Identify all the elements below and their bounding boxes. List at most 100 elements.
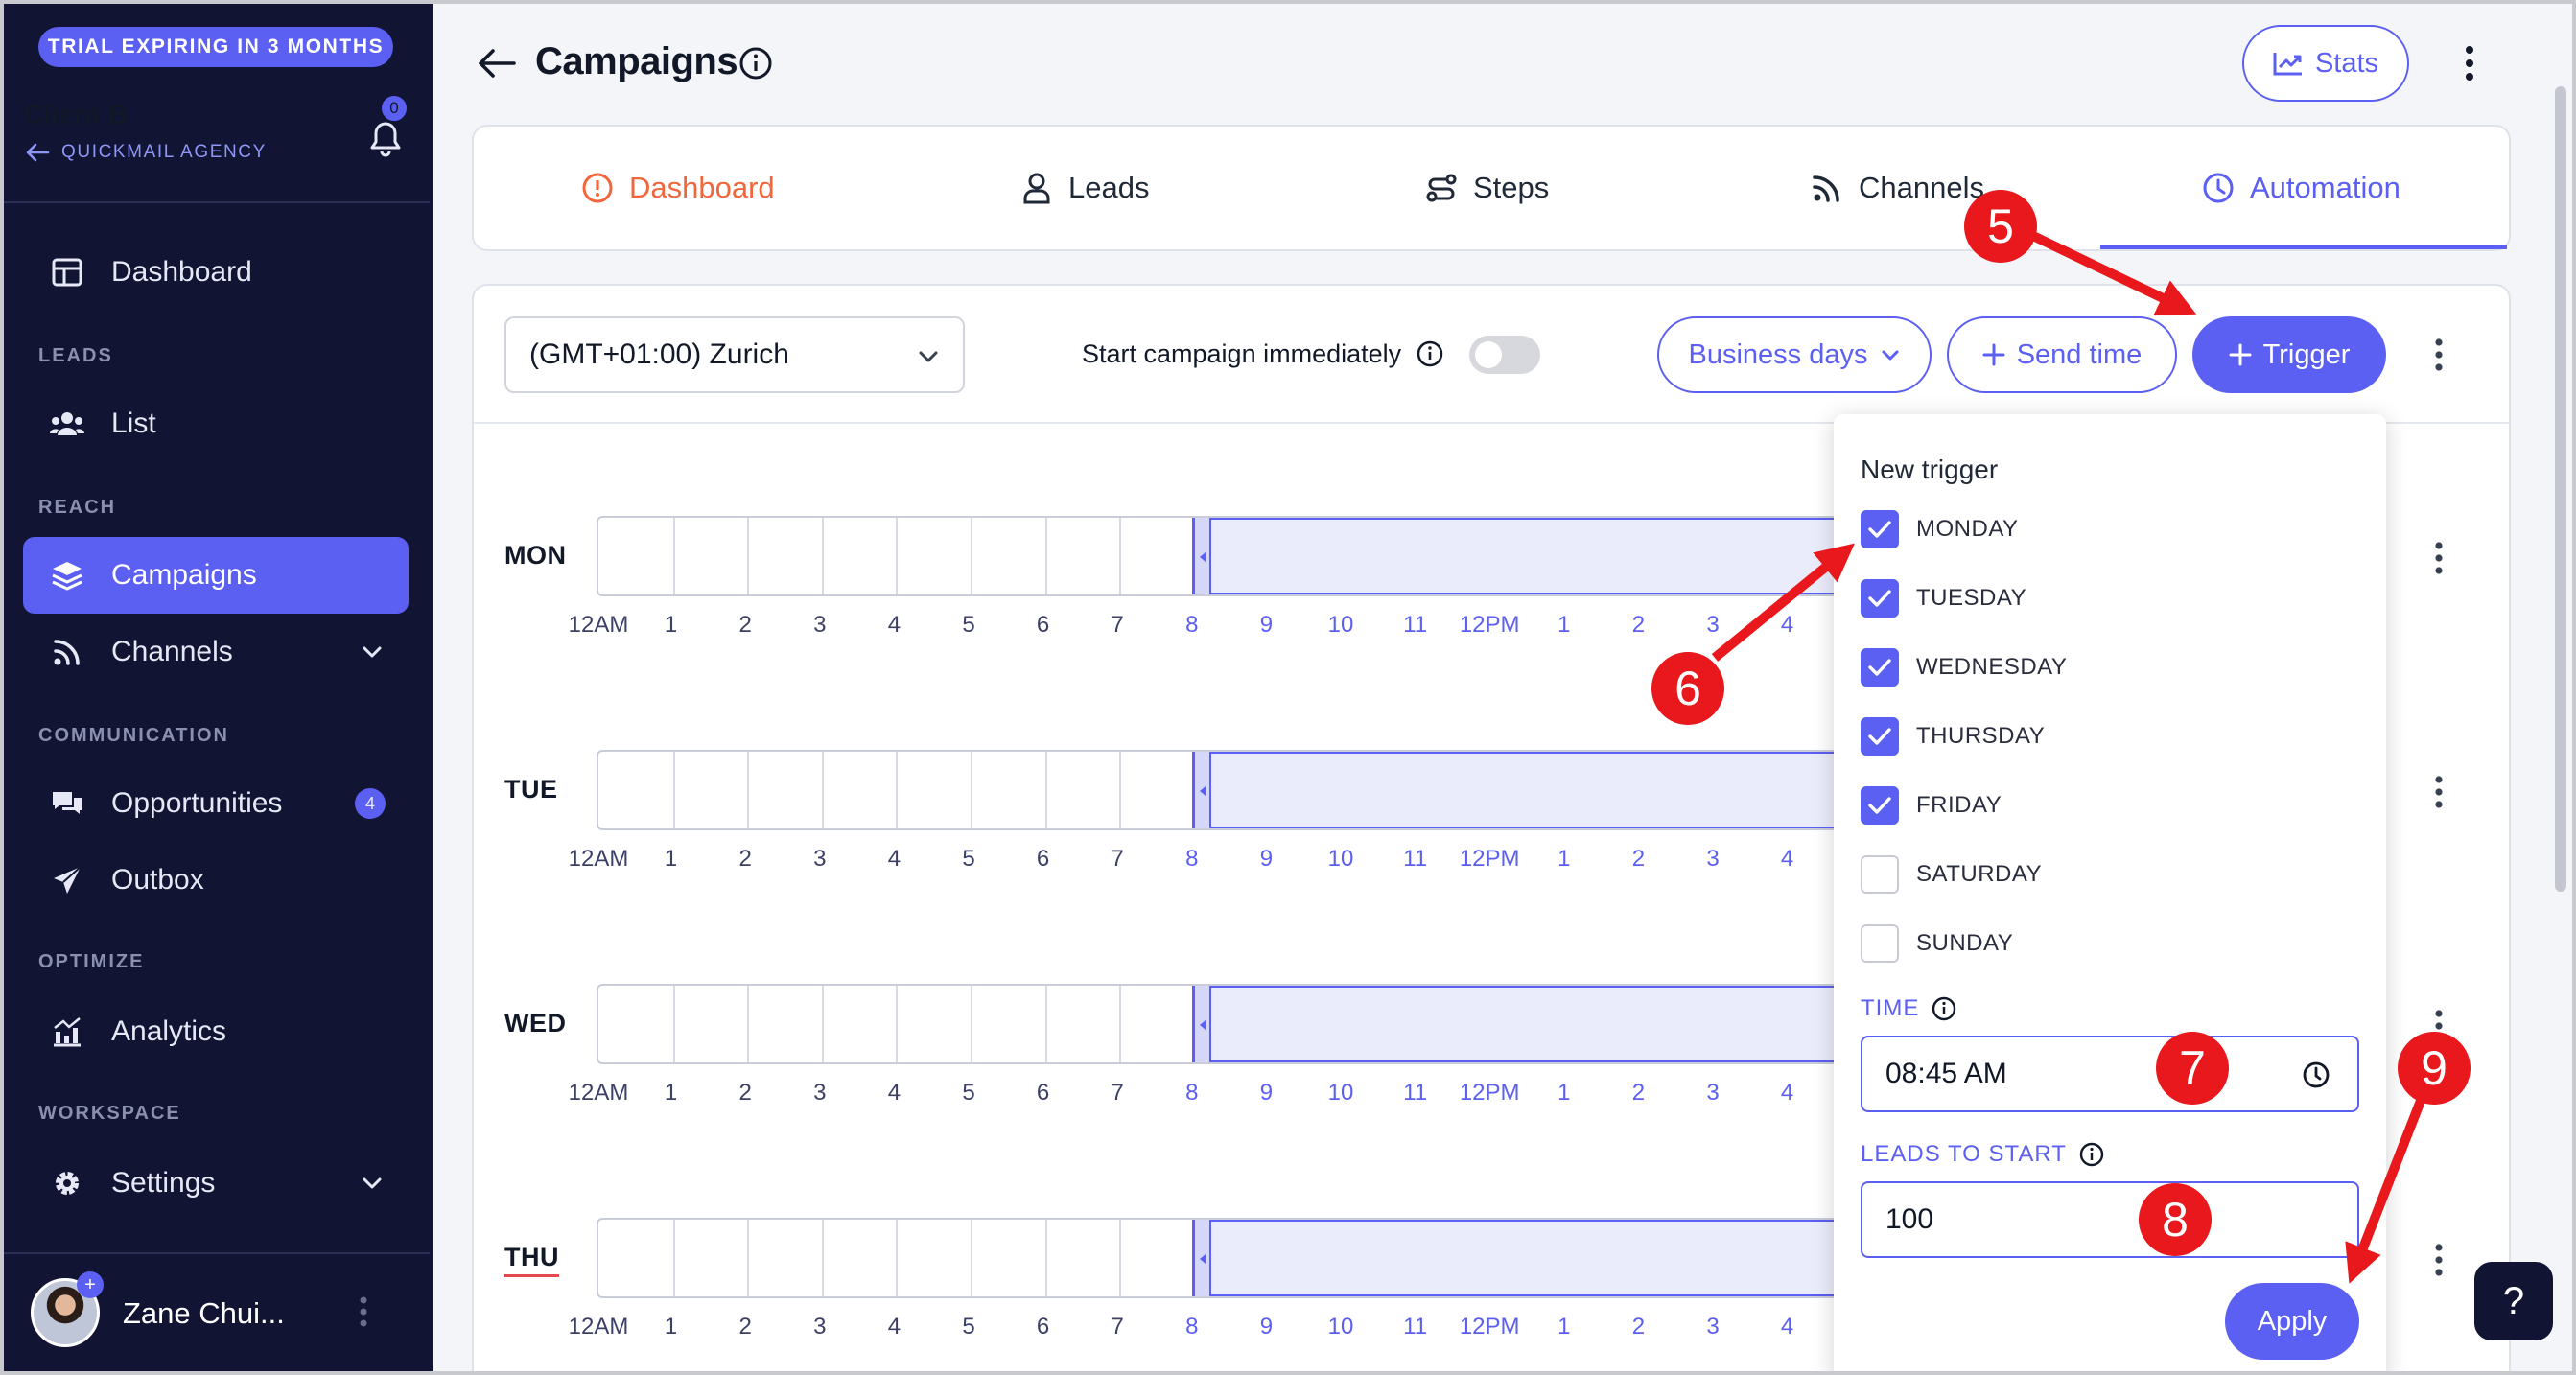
help-button[interactable]: ? (2474, 1262, 2553, 1340)
chevron-down-icon[interactable] (359, 1170, 386, 1197)
trigger-day-friday[interactable]: FRIDAY (1861, 786, 2002, 825)
active-send-window[interactable] (1191, 1220, 1841, 1296)
trigger-day-monday[interactable]: MONDAY (1861, 510, 2019, 548)
trigger-day-thursday[interactable]: THURSDAY (1861, 717, 2045, 756)
tab-leads[interactable]: Leads (1020, 125, 1149, 251)
hour-tick: 4 (1780, 846, 1794, 872)
page-scrollbar[interactable] (2555, 86, 2566, 892)
hour-cell-divider (971, 986, 972, 1062)
active-send-window[interactable] (1191, 518, 1841, 594)
agency-name: QUICKMAIL AGENCY (61, 142, 267, 162)
client-name[interactable]: Client B (23, 100, 129, 131)
active-send-window[interactable] (1191, 986, 1841, 1062)
bell-icon[interactable] (364, 115, 407, 159)
sidebar-item-label: Settings (111, 1167, 216, 1199)
sidebar-item-list[interactable]: List (23, 385, 409, 462)
hour-tick: 3 (1706, 1314, 1720, 1340)
tab-channels[interactable]: Channels (1811, 125, 1984, 251)
time-label-text: TIME (1861, 995, 1920, 1021)
hour-cell-divider (821, 1220, 824, 1296)
active-send-window[interactable] (1191, 752, 1841, 828)
plus-icon (2229, 343, 2252, 366)
trigger-label: Trigger (2262, 338, 2351, 370)
range-drag-handle[interactable] (1191, 986, 1211, 1062)
annotation-marker-9: 9 (2398, 1032, 2471, 1105)
hour-tick: 4 (1780, 612, 1794, 638)
day-checkbox[interactable] (1861, 510, 1899, 548)
hour-tick: 3 (813, 846, 827, 872)
checkmark-icon (1868, 590, 1891, 607)
day-checkbox[interactable] (1861, 648, 1899, 687)
timeline-wed[interactable] (597, 984, 1843, 1064)
range-drag-handle[interactable] (1191, 1220, 1211, 1296)
info-icon[interactable] (738, 46, 773, 81)
chevron-down-icon[interactable] (359, 639, 386, 665)
layout-icon (50, 255, 84, 290)
tab-label: Steps (1473, 171, 1550, 204)
sidebar-item-campaigns[interactable]: Campaigns (23, 537, 409, 614)
info-icon[interactable] (2078, 1141, 2105, 1168)
trigger-day-wednesday[interactable]: WEDNESDAY (1861, 648, 2067, 687)
hour-cell-divider (672, 986, 675, 1062)
clock-icon[interactable] (2300, 1059, 2332, 1091)
clock-icon (2203, 173, 2234, 203)
day-checkbox-label: SATURDAY (1916, 861, 2043, 887)
timeline-mon[interactable] (597, 516, 1843, 596)
trigger-day-sunday[interactable]: SUNDAY (1861, 924, 2013, 963)
day-checkbox[interactable] (1861, 786, 1899, 825)
tab-steps[interactable]: Steps (1425, 125, 1549, 251)
stats-button[interactable]: Stats (2242, 25, 2409, 102)
info-icon[interactable] (1931, 995, 1957, 1022)
hour-tick: 12PM (1459, 1314, 1520, 1340)
hour-cell-divider (1044, 1220, 1047, 1296)
hour-tick: 10 (1327, 612, 1354, 638)
more-vertical-icon[interactable] (2426, 539, 2451, 577)
trigger-day-tuesday[interactable]: TUESDAY (1861, 579, 2026, 618)
timezone-select[interactable]: (GMT+01:00) Zurich (504, 316, 965, 393)
sidebar-item-opportunities[interactable]: Opportunities 4 (23, 765, 409, 842)
timeline-tue[interactable] (597, 750, 1843, 830)
timeline-thu[interactable] (597, 1218, 1843, 1298)
avatar-add-badge[interactable]: + (77, 1271, 104, 1298)
hour-tick: 4 (887, 1080, 902, 1106)
info-icon[interactable] (1416, 339, 1444, 368)
more-vertical-icon[interactable] (2426, 1241, 2451, 1279)
time-input[interactable]: 08:45 AM (1861, 1036, 2359, 1112)
range-drag-handle[interactable] (1191, 518, 1211, 594)
leads-value: 100 (1885, 1203, 1934, 1235)
back-to-agency-link[interactable]: QUICKMAIL AGENCY (25, 142, 267, 163)
back-arrow-icon[interactable] (476, 42, 518, 84)
more-vertical-icon[interactable] (2455, 44, 2484, 82)
hour-tick: 9 (1259, 612, 1274, 638)
hour-cell-divider (971, 1220, 972, 1296)
hour-tick: 12AM (568, 1314, 629, 1340)
hour-cell-divider (672, 1220, 675, 1296)
apply-button[interactable]: Apply (2225, 1283, 2359, 1360)
tab-dashboard[interactable]: Dashboard (581, 125, 775, 251)
sidebar-item-settings[interactable]: Settings (23, 1145, 409, 1222)
range-drag-handle[interactable] (1191, 752, 1211, 828)
sidebar-item-dashboard[interactable]: Dashboard (23, 234, 409, 311)
day-checkbox[interactable] (1861, 717, 1899, 756)
day-checkbox[interactable] (1861, 924, 1899, 963)
hour-cell-divider (747, 752, 750, 828)
trigger-button[interactable]: Trigger (2192, 316, 2386, 393)
hour-tick: 2 (1631, 1080, 1646, 1106)
trigger-day-saturday[interactable]: SATURDAY (1861, 855, 2042, 894)
chat-icon (50, 786, 84, 821)
more-vertical-icon[interactable] (2426, 336, 2451, 374)
tab-automation[interactable]: Automation (2202, 125, 2400, 251)
hour-tick: 4 (887, 1314, 902, 1340)
day-checkbox[interactable] (1861, 579, 1899, 618)
more-vertical-icon[interactable] (2426, 773, 2451, 811)
hour-tick: 12AM (568, 612, 629, 638)
business-days-button[interactable]: Business days (1657, 316, 1932, 393)
day-checkbox[interactable] (1861, 855, 1899, 894)
hour-tick: 11 (1403, 1314, 1428, 1340)
leads-to-start-input[interactable]: 100 (1861, 1181, 2359, 1258)
hour-tick: 2 (738, 1080, 752, 1106)
send-time-button[interactable]: Send time (1947, 316, 2177, 393)
sidebar-item-analytics[interactable]: Analytics (23, 993, 409, 1070)
day-checkbox-label: MONDAY (1916, 516, 2019, 542)
trial-badge[interactable]: TRIAL EXPIRING IN 3 MONTHS (38, 27, 393, 67)
